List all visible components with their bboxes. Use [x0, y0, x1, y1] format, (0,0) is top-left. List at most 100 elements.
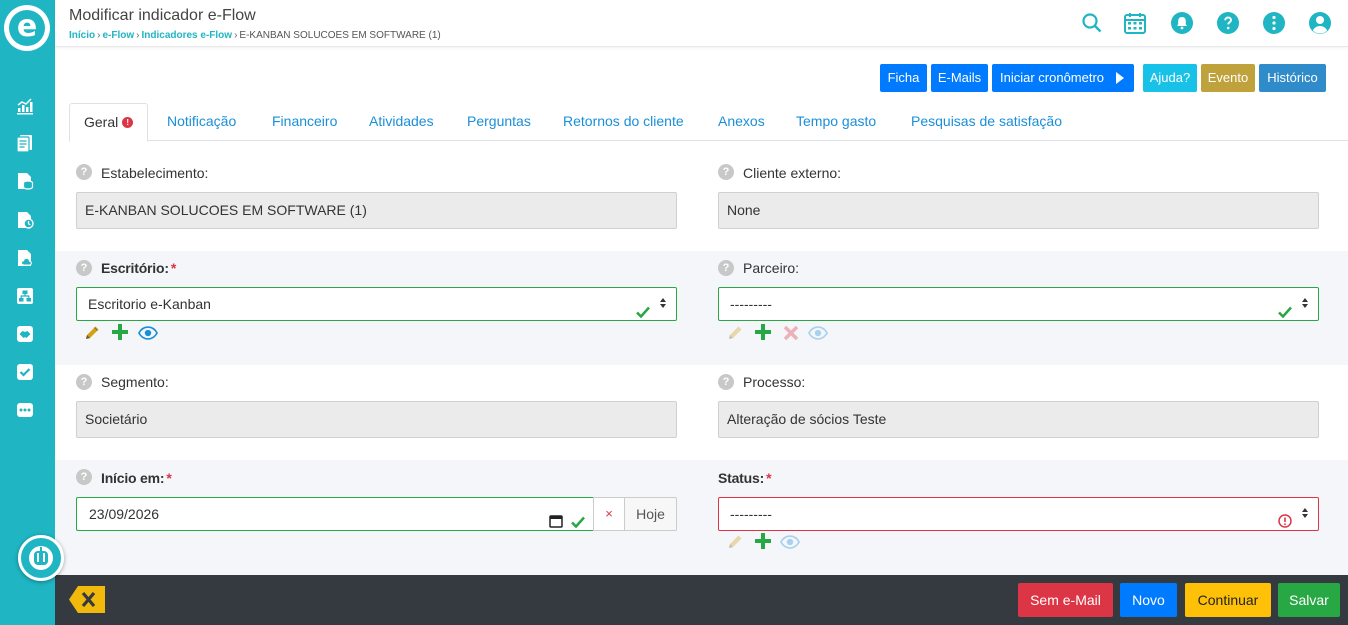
help-icon[interactable]: ?	[76, 374, 92, 390]
tab-tempo-gasto[interactable]: Tempo gasto	[796, 103, 876, 141]
start-timer-label: Iniciar cronômetro	[1000, 70, 1105, 85]
evento-button[interactable]: Evento	[1201, 64, 1255, 92]
breadcrumb-separator: ›	[97, 30, 101, 41]
salvar-button[interactable]: Salvar	[1278, 583, 1340, 617]
error-alert-icon	[1278, 507, 1292, 539]
help-icon[interactable]: ?	[718, 164, 734, 180]
select-caret-icon	[1302, 508, 1309, 518]
valid-check-icon	[636, 297, 650, 329]
status-label: Status: *	[718, 470, 772, 486]
status-select[interactable]: ---------	[718, 497, 1319, 531]
close-back-icon[interactable]	[69, 586, 105, 613]
search-icon[interactable]	[1080, 11, 1104, 35]
today-button[interactable]: Hoje	[624, 497, 677, 531]
footer-bar: Sem e-Mail Novo Continuar Salvar	[55, 575, 1348, 625]
more-vertical-icon[interactable]	[1262, 11, 1286, 35]
cliente-externo-label: Cliente externo:	[743, 165, 842, 181]
valid-check-icon	[1278, 297, 1292, 329]
assistant-robot-icon[interactable]	[18, 535, 64, 581]
calendar-picker-icon[interactable]	[549, 507, 563, 539]
help-icon[interactable]: ?	[718, 374, 734, 390]
escritorio-label-text: Escritório:	[101, 260, 169, 276]
calendar-icon[interactable]	[1123, 11, 1147, 35]
inicio-date-input[interactable]: 23/09/2026	[76, 497, 594, 531]
chart-icon[interactable]	[15, 96, 35, 116]
tab-pesquisas-satisfacao[interactable]: Pesquisas de satisfação	[911, 103, 1062, 141]
parceiro-label: Parceiro:	[743, 260, 800, 276]
handshake-icon[interactable]	[15, 324, 35, 344]
breadcrumb-separator: ›	[136, 30, 140, 41]
task-check-icon[interactable]	[15, 362, 35, 382]
tab-geral[interactable]: Geral!	[69, 103, 149, 142]
delete-x-icon	[781, 323, 801, 343]
tab-geral-label: Geral	[84, 114, 119, 130]
notification-bell-icon[interactable]	[1170, 11, 1194, 35]
documents-icon[interactable]	[15, 133, 35, 153]
app-logo[interactable]: e	[4, 5, 50, 51]
tab-retornos-cliente[interactable]: Retornos do cliente	[563, 103, 684, 141]
more-icon[interactable]	[15, 400, 35, 420]
help-icon[interactable]: ?	[718, 260, 734, 276]
view-eye-icon	[808, 323, 828, 343]
database-docs-icon[interactable]	[15, 171, 35, 191]
help-icon[interactable]: ?	[76, 260, 92, 276]
segmento-label: Segmento:	[101, 374, 169, 390]
error-badge-icon: !	[122, 116, 134, 128]
required-mark: *	[170, 260, 177, 276]
segmento-field: Societário	[76, 401, 677, 438]
user-avatar-icon[interactable]	[1308, 11, 1332, 35]
tab-notificacao[interactable]: Notificação	[167, 103, 236, 141]
select-caret-icon	[660, 298, 667, 308]
clear-date-button[interactable]: ×	[593, 497, 625, 531]
edit-pencil-icon	[725, 532, 745, 552]
historico-button[interactable]: Histórico	[1259, 64, 1326, 92]
escritorio-value: Escritorio e-Kanban	[88, 296, 211, 312]
help-icon[interactable]: ?	[76, 469, 92, 485]
tab-atividades[interactable]: Atividades	[369, 103, 434, 141]
start-timer-button[interactable]: Iniciar cronômetro	[992, 64, 1134, 92]
time-docs-icon[interactable]	[15, 210, 35, 230]
tab-perguntas[interactable]: Perguntas	[467, 103, 531, 141]
add-plus-icon[interactable]	[753, 531, 773, 551]
estabelecimento-field: E-KANBAN SOLUCOES EM SOFTWARE (1)	[76, 192, 677, 229]
select-caret-icon	[1302, 298, 1309, 308]
logo-letter: e	[9, 10, 45, 46]
sem-email-button[interactable]: Sem e-Mail	[1018, 583, 1113, 617]
help-icon[interactable]: ?	[76, 164, 92, 180]
play-icon	[1116, 72, 1124, 84]
emails-button[interactable]: E-Mails	[931, 64, 988, 92]
cliente-externo-field: None	[718, 192, 1319, 229]
breadcrumb-separator: ›	[234, 30, 238, 41]
ajuda-button[interactable]: Ajuda?	[1143, 64, 1197, 92]
add-plus-icon[interactable]	[753, 322, 773, 342]
escritorio-select[interactable]: Escritorio e-Kanban	[76, 287, 677, 321]
estabelecimento-label: Estabelecimento:	[101, 165, 209, 181]
processo-field: Alteração de sócios Teste	[718, 401, 1319, 438]
cloud-docs-icon[interactable]	[15, 248, 35, 268]
valid-check-icon	[571, 507, 585, 539]
ficha-button[interactable]: Ficha	[880, 64, 927, 92]
breadcrumb-eflow[interactable]: e-Flow	[102, 30, 134, 41]
breadcrumb: Início › e-Flow › Indicadores e-Flow › E-KANBA…	[69, 30, 441, 41]
edit-pencil-icon[interactable]	[82, 323, 102, 343]
tab-financeiro[interactable]: Financeiro	[272, 103, 337, 141]
continuar-button[interactable]: Continuar	[1185, 583, 1271, 617]
required-mark: *	[766, 470, 772, 486]
processo-label: Processo:	[743, 374, 806, 390]
breadcrumb-inicio[interactable]: Início	[69, 30, 95, 41]
breadcrumb-indicadores[interactable]: Indicadores e-Flow	[141, 30, 232, 41]
help-circle-icon[interactable]	[1216, 11, 1240, 35]
parceiro-select[interactable]: ---------	[718, 287, 1319, 321]
inicio-label: Início em: *	[101, 470, 172, 486]
add-plus-icon[interactable]	[110, 322, 130, 342]
tab-anexos[interactable]: Anexos	[718, 103, 765, 141]
sidebar: e	[0, 0, 55, 625]
inicio-label-text: Início em:	[101, 470, 165, 486]
view-eye-icon[interactable]	[138, 323, 158, 343]
novo-button[interactable]: Novo	[1120, 583, 1177, 617]
parceiro-value: ---------	[730, 296, 772, 312]
org-chart-icon[interactable]	[15, 286, 35, 306]
inicio-date-group: 23/09/2026 × Hoje	[76, 497, 677, 531]
top-header: Modificar indicador e-Flow Início › e-Flow…	[55, 0, 1348, 47]
tab-bar: Geral! Notificação Financeiro Atividades…	[69, 103, 1348, 142]
